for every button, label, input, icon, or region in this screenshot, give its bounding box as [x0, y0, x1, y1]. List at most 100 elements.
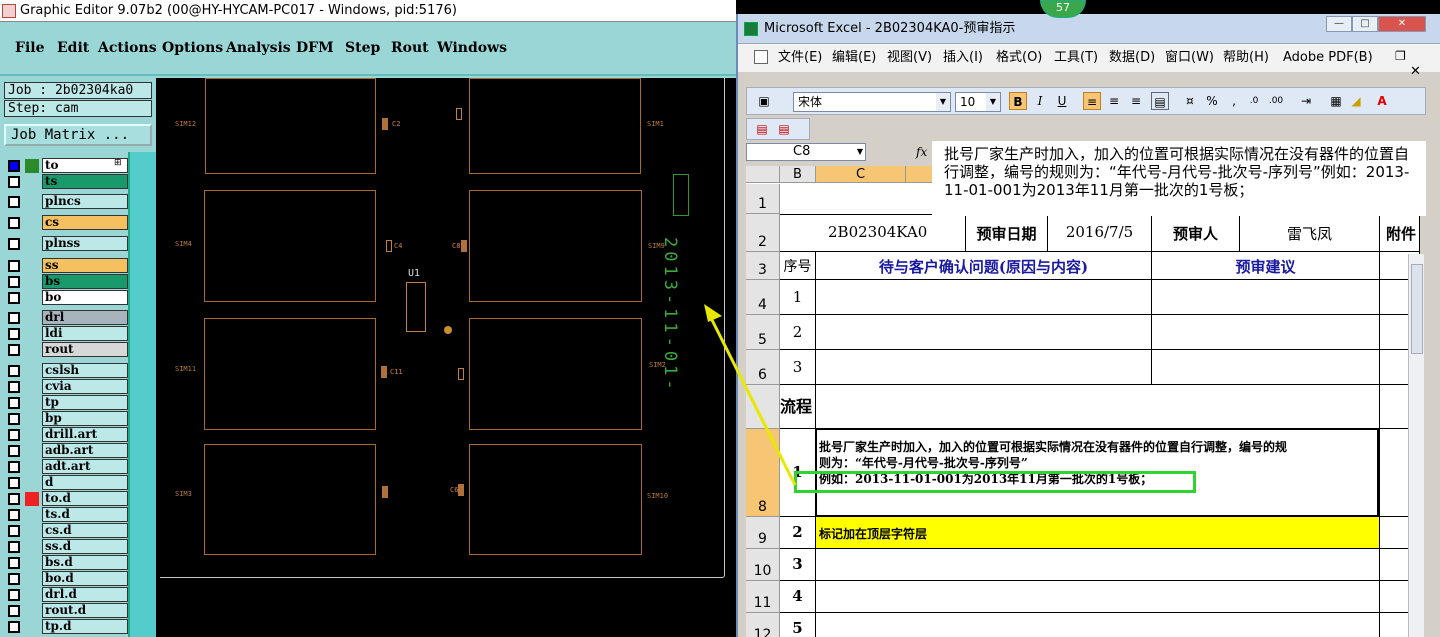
suggestion-cell[interactable] — [1152, 350, 1380, 385]
layer-row[interactable]: tp.d — [4, 619, 128, 634]
row-header[interactable]: 2 — [746, 214, 780, 252]
layer-name[interactable]: to.d — [42, 491, 128, 506]
italic-icon[interactable]: I — [1031, 92, 1049, 110]
layer-color-swatch[interactable] — [25, 159, 39, 173]
align-left-icon[interactable]: ≡ — [1083, 92, 1101, 110]
layer-row[interactable]: bp — [4, 411, 128, 426]
layer-name[interactable]: ts.d — [42, 507, 128, 522]
layer-checkbox[interactable] — [8, 176, 20, 188]
currency-icon[interactable]: ¤ — [1181, 92, 1199, 110]
reviewer-value[interactable]: 雷飞凤 — [1240, 214, 1380, 252]
row-header[interactable]: 12 — [746, 613, 780, 637]
layer-name[interactable]: ts — [42, 174, 128, 189]
layer-checkbox[interactable] — [8, 477, 20, 489]
menu-adobe-pdf[interactable]: Adobe PDF(B) — [1283, 44, 1373, 72]
layer-checkbox[interactable] — [8, 397, 20, 409]
layer-row[interactable]: bo — [4, 290, 128, 305]
layer-checkbox[interactable] — [8, 557, 20, 569]
layer-checkbox[interactable] — [8, 292, 20, 304]
close-workbook-icon[interactable]: ✕ — [1410, 58, 1421, 86]
layer-row[interactable]: cvia — [4, 379, 128, 394]
suggestion-header[interactable]: 预审建议 — [1152, 252, 1380, 280]
menu-help[interactable]: 帮助(H) — [1223, 44, 1269, 72]
align-right-icon[interactable]: ≡ — [1127, 92, 1145, 110]
layer-checkbox[interactable] — [8, 621, 20, 633]
layer-row[interactable]: drl — [4, 310, 128, 325]
layer-name[interactable]: tp — [42, 395, 128, 410]
review-date-label[interactable]: 预审日期 — [966, 214, 1048, 252]
pdf-email-icon[interactable]: ▤ — [775, 120, 793, 138]
layer-checkbox[interactable] — [8, 328, 20, 340]
layer-row[interactable]: bo.d — [4, 571, 128, 586]
layer-checkbox[interactable] — [8, 573, 20, 585]
layer-row[interactable]: cs.d — [4, 523, 128, 538]
seq-header[interactable]: 序号 — [780, 252, 816, 280]
layer-checkbox[interactable] — [8, 196, 20, 208]
layer-checkbox[interactable] — [8, 312, 20, 324]
menu-format[interactable]: 格式(O) — [996, 44, 1042, 72]
layer-name[interactable]: ss.d — [42, 539, 128, 554]
layer-row[interactable]: plncs — [4, 194, 128, 209]
menu-file[interactable]: 文件(E) — [778, 44, 822, 72]
layer-name[interactable]: ss — [42, 258, 128, 273]
layer-checkbox[interactable] — [8, 160, 20, 172]
borders-icon[interactable]: ▦ — [1327, 92, 1345, 110]
row-header[interactable]: 9 — [746, 517, 780, 549]
instruction-no-cell[interactable]: 4 — [780, 581, 816, 613]
formula-bar-expanded[interactable]: 批号厂家生产时加入，加入的位置可根据实际情况在没有器件的位置自行调整，编号的规则… — [932, 141, 1426, 216]
percent-icon[interactable]: % — [1203, 92, 1221, 110]
column-header-b[interactable]: B — [780, 166, 816, 183]
menu-actions[interactable]: Actions — [98, 40, 157, 56]
layer-checkbox[interactable] — [8, 509, 20, 521]
issue-header[interactable]: 待与客户确认问题(原因与内容) — [816, 252, 1152, 280]
column-header-c[interactable]: C — [816, 166, 906, 183]
menu-tools[interactable]: 工具(T) — [1054, 44, 1098, 72]
name-box[interactable]: C8 ▼ — [746, 143, 866, 161]
font-name-select[interactable]: 宋体 ▼ — [793, 92, 951, 112]
layer-name[interactable]: cs — [42, 215, 128, 230]
layer-checkbox[interactable] — [8, 365, 20, 377]
layer-name[interactable]: rout — [42, 342, 128, 357]
layer-row[interactable]: adb.art — [4, 443, 128, 458]
layer-name[interactable]: bs — [42, 274, 128, 289]
layer-row[interactable]: adt.art — [4, 459, 128, 474]
row-header[interactable]: 3 — [746, 252, 780, 280]
layer-name[interactable]: drl.d — [42, 587, 128, 602]
scrollbar-thumb[interactable] — [1411, 264, 1423, 354]
menu-view[interactable]: 视图(V) — [887, 44, 932, 72]
instruction-text-cell[interactable] — [816, 549, 1380, 581]
comma-icon[interactable]: , — [1225, 92, 1243, 110]
layer-row[interactable]: drl.d — [4, 587, 128, 602]
layer-row[interactable]: plnss — [4, 236, 128, 251]
layer-checkbox[interactable] — [8, 217, 20, 229]
layer-row[interactable]: cslsh — [4, 363, 128, 378]
layer-name[interactable]: cvia — [42, 379, 128, 394]
instruction-no-cell[interactable]: 5 — [780, 613, 816, 637]
instruction-no-cell[interactable]: 2 — [780, 517, 816, 549]
menu-analysis[interactable]: Analysis — [226, 40, 291, 56]
layer-row[interactable]: ts.d — [4, 507, 128, 522]
vertical-scrollbar[interactable] — [1408, 254, 1424, 637]
increase-decimal-icon[interactable]: .0 — [1245, 92, 1263, 110]
corner-header[interactable] — [746, 166, 780, 183]
layer-checkbox[interactable] — [8, 445, 20, 457]
row-header[interactable]: 1 — [746, 184, 780, 214]
layer-name[interactable]: plnss — [42, 236, 128, 251]
layer-row[interactable]: bs — [4, 274, 128, 289]
menu-windows[interactable]: Windows — [437, 40, 507, 56]
layer-name[interactable]: tp.d — [42, 619, 128, 634]
layer-checkbox[interactable] — [8, 493, 20, 505]
align-center-icon[interactable]: ≡ — [1105, 92, 1123, 110]
layer-checkbox[interactable] — [8, 413, 20, 425]
excel-title-bar[interactable]: Microsoft Excel - 2B02304KA0-预审指示 — □ ✕ — [738, 14, 1440, 44]
layer-checkbox[interactable] — [8, 541, 20, 553]
suggestion-cell[interactable] — [1152, 315, 1380, 350]
minimize-icon[interactable]: — — [1326, 16, 1352, 32]
menu-window[interactable]: 窗口(W) — [1165, 44, 1214, 72]
layer-expand-icon[interactable]: ⊞ — [114, 158, 122, 168]
layer-checkbox[interactable] — [8, 605, 20, 617]
fx-icon[interactable]: fx — [916, 145, 927, 159]
layer-name[interactable]: cslsh — [42, 363, 128, 378]
layer-checkbox[interactable] — [8, 525, 20, 537]
layer-row[interactable]: to.d — [4, 491, 128, 506]
